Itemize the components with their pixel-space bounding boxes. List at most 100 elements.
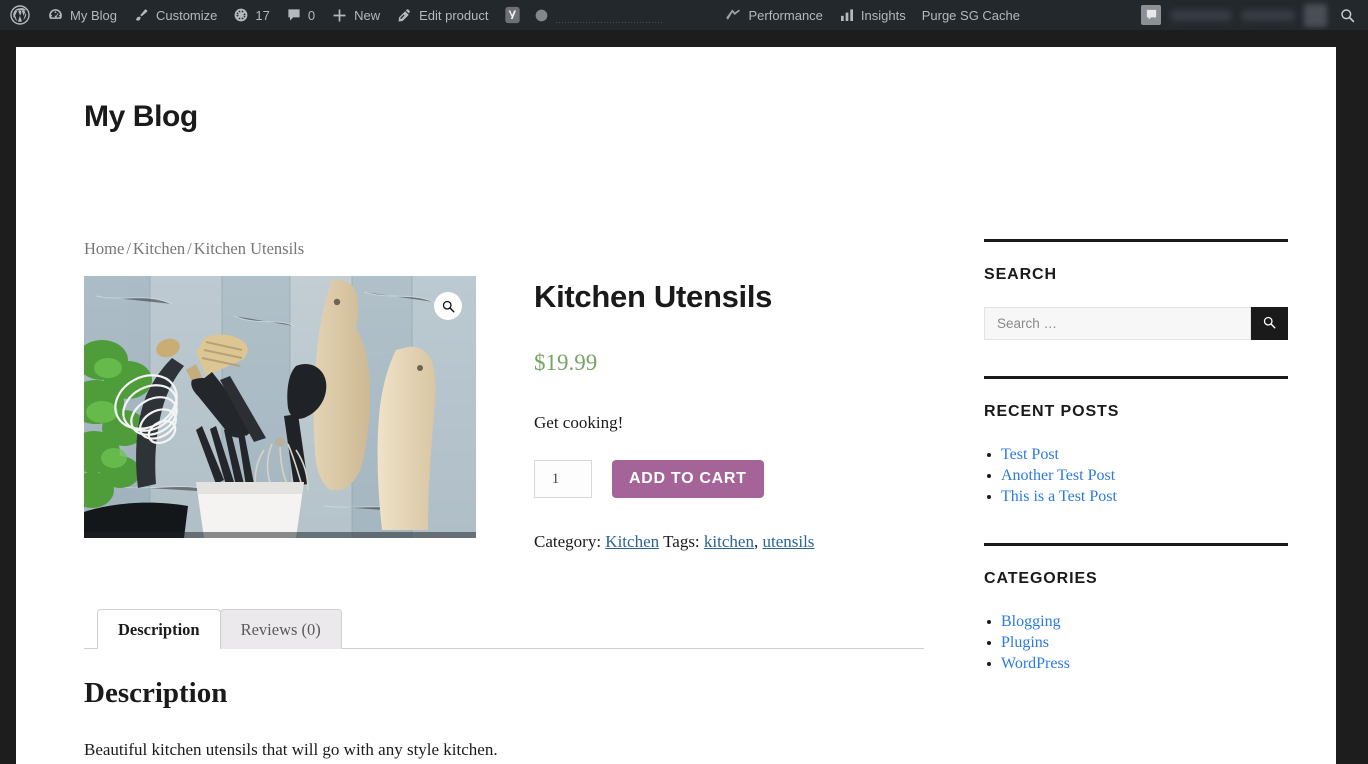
site-title[interactable]: My Blog [84,100,198,134]
list-item: Another Test Post [984,465,1288,486]
search-form [984,307,1288,340]
account-display-name-redacted [1170,9,1232,21]
panel-body: Beautiful kitchen utensils that will go … [84,740,498,759]
adminbar-label-my-blog: My Blog [70,7,117,23]
product-short-description: Get cooking! [534,413,624,432]
adminbar-item-my-blog[interactable]: My Blog [39,0,125,30]
paintbrush-icon [133,7,150,24]
adminbar-label-performance: Performance [748,7,823,23]
wordpress-logo-icon [10,5,30,25]
list-item: Plugins [984,632,1288,653]
add-to-cart-form: ADD TO CART [534,460,924,498]
performance-icon [724,6,742,24]
comment-bubble-icon [286,7,302,23]
adminbar-item-yoast-seo[interactable] [496,0,556,30]
adminbar-item-insights[interactable]: Insights [831,0,914,30]
product-meta: Category: Kitchen Tags: kitchen, utensil… [534,532,924,552]
plus-icon [331,7,348,24]
adminbar-divider [556,0,665,30]
product-title: Kitchen Utensils [534,279,773,314]
list-item: This is a Test Post [984,486,1288,507]
list-item: WordPress [984,653,1288,674]
product-summary-area: Kitchen Utensils $19.99 Get cooking! ADD… [84,276,924,552]
product-price: $19.99 [534,350,598,375]
category-link-1[interactable]: Blogging [1001,613,1061,630]
adminbar-item-customize[interactable]: Customize [125,0,225,30]
product-details: Kitchen Utensils $19.99 Get cooking! ADD… [534,276,924,552]
breadcrumb-separator-1: / [126,239,131,258]
insights-bars-icon [839,7,855,23]
adminbar-item-new[interactable]: New [323,0,388,30]
product-tabs-area: Description Reviews (0) Description Beau… [84,609,924,760]
tab-panel-description: Description Beautiful kitchen utensils t… [84,649,924,760]
wordpress-logo-menu[interactable] [0,0,39,30]
category-link-3[interactable]: WordPress [1001,655,1070,672]
adminbar-item-edit-product[interactable]: Edit product [388,0,496,30]
wp-admin-bar: My Blog Customize 17 0 New Edit product [0,0,1368,30]
breadcrumb-item-kitchen[interactable]: Kitchen [133,239,185,258]
adminbar-label-edit-product: Edit product [419,7,489,23]
account-display-name-redacted-2 [1241,9,1295,21]
sidebar: SEARCH RECENT POSTS Test Post Another Te… [984,239,1288,710]
widget-rule-recent-posts [984,376,1288,379]
adminbar-label-purge-sg-cache: Purge SG Cache [921,7,1020,23]
tab-reviews[interactable]: Reviews (0) [219,609,342,649]
adminbar-item-comments[interactable]: 0 [278,0,323,30]
adminbar-my-account[interactable] [1133,0,1331,30]
adminbar-label-customize: Customize [155,7,218,23]
list-item: Test Post [984,444,1288,465]
recent-posts-list: Test Post Another Test Post This is a Te… [984,444,1288,507]
tab-description[interactable]: Description [97,609,221,650]
category-link-2[interactable]: Plugins [1001,634,1049,651]
quantity-stepper[interactable] [534,460,592,498]
category-label: Category: [534,532,602,551]
search-submit-button[interactable] [1251,307,1288,340]
adminbar-search-toggle[interactable] [1331,0,1368,30]
widget-title-search: SEARCH [984,266,1057,283]
product-tag-link-utensils[interactable]: utensils [762,532,814,551]
panel-heading: Description [84,677,228,709]
breadcrumb-separator-2: / [187,239,192,258]
avatar [1304,3,1327,27]
product-tabs: Description Reviews (0) [84,609,924,650]
list-item: Blogging [984,611,1288,632]
recent-post-link-3[interactable]: This is a Test Post [1001,488,1117,505]
adminbar-item-updates[interactable]: 17 [225,0,277,30]
adminbar-updates-count: 17 [255,7,270,23]
widget-rule-categories [984,543,1288,546]
widget-title-recent-posts: RECENT POSTS [984,403,1120,420]
updates-icon [233,7,249,23]
search-icon [1339,7,1356,24]
product-image[interactable] [84,276,476,538]
adminbar-item-performance[interactable]: Performance [716,0,830,30]
search-input[interactable] [984,307,1251,340]
adminbar-label-insights: Insights [860,7,906,23]
categories-list: Blogging Plugins WordPress [984,611,1288,674]
adminbar-item-purge-sg-cache[interactable]: Purge SG Cache [914,0,1028,30]
widget-recent-posts: RECENT POSTS Test Post Another Test Post… [984,376,1288,507]
recent-post-link-2[interactable]: Another Test Post [1001,467,1115,484]
seo-score-dot-icon [535,9,548,22]
widget-categories: CATEGORIES Blogging Plugins WordPress [984,543,1288,674]
recent-post-link-1[interactable]: Test Post [1001,446,1059,463]
breadcrumb: Home / Kitchen / Kitchen Utensils [84,239,924,259]
breadcrumb-item-home[interactable]: Home [84,239,124,258]
product-category-link[interactable]: Kitchen [605,532,659,551]
dashboard-icon [47,7,64,24]
breadcrumb-item-current: Kitchen Utensils [193,239,305,258]
magnifier-zoom-icon[interactable] [434,292,462,320]
product-tag-link-kitchen[interactable]: kitchen [704,532,754,551]
yoast-seo-icon [504,6,521,24]
add-to-cart-button[interactable]: ADD TO CART [612,460,764,498]
flag-icon [1141,5,1161,25]
widget-search: SEARCH [984,239,1288,340]
site-page: My Blog Home / Kitchen / Kitchen Utensils [16,47,1336,764]
tags-label: Tags: [663,532,700,551]
adminbar-comments-count: 0 [307,7,316,23]
pencil-icon [396,7,413,24]
product-gallery[interactable] [84,276,476,538]
widget-title-categories: CATEGORIES [984,570,1098,587]
adminbar-label-new: New [354,7,381,23]
widget-rule-search [984,239,1288,242]
search-icon [1262,315,1277,333]
